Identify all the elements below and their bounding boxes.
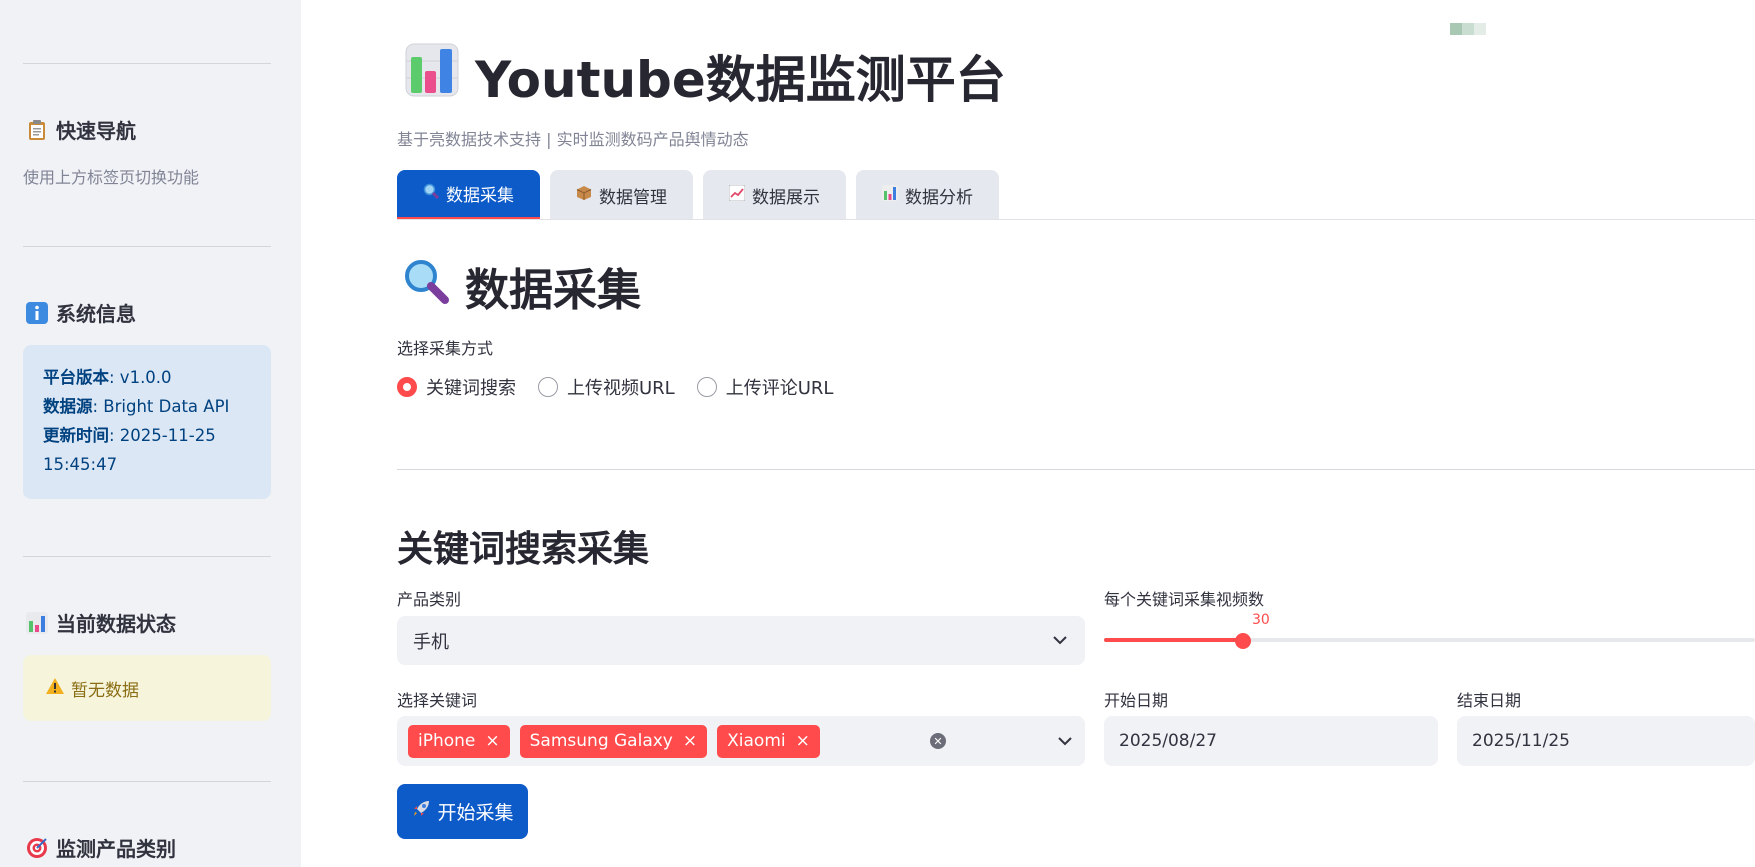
- system-info-box: 平台版本: v1.0.0 数据源: Bright Data API 更新时间: …: [23, 345, 271, 499]
- chevron-down-icon: [1051, 632, 1069, 650]
- target-icon: [26, 837, 48, 859]
- tab-manage[interactable]: 数据管理: [550, 170, 693, 220]
- method-radio-group: 关键词搜索 上传视频URL 上传评论URL: [397, 374, 833, 400]
- close-icon[interactable]: ×: [485, 732, 499, 750]
- keywords-label: 选择关键词: [397, 691, 478, 710]
- tab-collect[interactable]: 数据采集: [397, 170, 540, 220]
- warning-icon: [45, 677, 65, 700]
- tab-divider: [397, 219, 1755, 220]
- bar-chart-icon: [882, 184, 898, 206]
- categories-heading: 监测产品类别: [26, 833, 176, 862]
- tab-analysis[interactable]: 数据分析: [856, 170, 999, 220]
- close-icon[interactable]: ×: [796, 732, 810, 750]
- page-subtitle: 基于亮数据技术支持 | 实时监测数码产品舆情动态: [397, 130, 749, 149]
- divider: [397, 469, 1755, 470]
- slider-value: 30: [1252, 612, 1270, 628]
- category-label: 产品类别: [397, 590, 462, 609]
- status-heading: 当前数据状态: [26, 608, 176, 637]
- start-collect-button[interactable]: 开始采集: [397, 784, 528, 839]
- method-label: 选择采集方式: [397, 339, 494, 358]
- start-date-input[interactable]: 2025/08/27: [1104, 716, 1438, 766]
- line-chart-icon: [728, 184, 746, 206]
- sidebar: 快速导航 使用上方标签页切换功能 系统信息 平台版本: v1.0.0 数据源: …: [0, 0, 301, 867]
- radio-dot: [538, 377, 558, 397]
- category-select[interactable]: 手机: [397, 616, 1085, 665]
- bar-chart-icon: [405, 43, 459, 109]
- updated-line: 更新时间: 2025-11-25: [43, 426, 216, 445]
- video-count-slider[interactable]: [1104, 638, 1755, 642]
- divider: [23, 781, 271, 782]
- close-icon[interactable]: ×: [683, 732, 697, 750]
- system-heading: 系统信息: [26, 298, 136, 327]
- keyword-section-title: 关键词搜索采集: [397, 529, 650, 570]
- rocket-icon: [411, 799, 431, 824]
- info-icon: [26, 301, 48, 324]
- end-date-label: 结束日期: [1457, 691, 1522, 710]
- radio-dot: [397, 377, 417, 397]
- no-data-warning: 暂无数据: [23, 655, 271, 721]
- radio-video-url[interactable]: 上传视频URL: [538, 374, 675, 400]
- page-title: Youtube数据监测平台: [405, 40, 1006, 112]
- keyword-chip[interactable]: Samsung Galaxy ×: [519, 724, 708, 758]
- slider-handle[interactable]: [1235, 633, 1251, 649]
- tab-display[interactable]: 数据展示: [703, 170, 846, 220]
- nav-hint: 使用上方标签页切换功能: [23, 168, 200, 187]
- keyword-chip[interactable]: Xiaomi ×: [717, 724, 820, 758]
- package-icon: [576, 185, 592, 206]
- section-title: 数据采集: [403, 254, 641, 318]
- divider: [23, 556, 271, 557]
- nav-heading: 快速导航: [26, 115, 136, 144]
- tab-bar: 数据采集 数据管理 数据展示 数据分析: [397, 170, 999, 220]
- updated-time: 15:45:47: [43, 455, 118, 474]
- end-date-input[interactable]: 2025/11/25: [1457, 716, 1755, 766]
- start-date-label: 开始日期: [1104, 691, 1169, 710]
- clipboard-icon: [26, 119, 48, 141]
- keyword-chip[interactable]: iPhone ×: [408, 724, 510, 758]
- slider-fill: [1104, 638, 1243, 642]
- divider: [23, 246, 271, 247]
- chevron-down-icon[interactable]: [1056, 732, 1074, 750]
- clear-all-icon[interactable]: ✕: [929, 733, 946, 749]
- keywords-multiselect[interactable]: iPhone × Samsung Galaxy × Xiaomi × ✕: [397, 716, 1085, 766]
- magnifier-icon: [423, 183, 440, 204]
- count-label: 每个关键词采集视频数: [1104, 590, 1265, 609]
- radio-dot: [696, 377, 717, 397]
- magnifier-icon: [403, 258, 449, 315]
- running-indicator: [1450, 20, 1488, 38]
- version-line: 平台版本: v1.0.0: [43, 368, 172, 387]
- radio-keyword[interactable]: 关键词搜索: [397, 374, 516, 400]
- divider: [23, 63, 271, 64]
- bar-chart-icon: [26, 611, 48, 634]
- source-line: 数据源: Bright Data API: [43, 397, 230, 416]
- radio-comment-url[interactable]: 上传评论URL: [696, 374, 833, 400]
